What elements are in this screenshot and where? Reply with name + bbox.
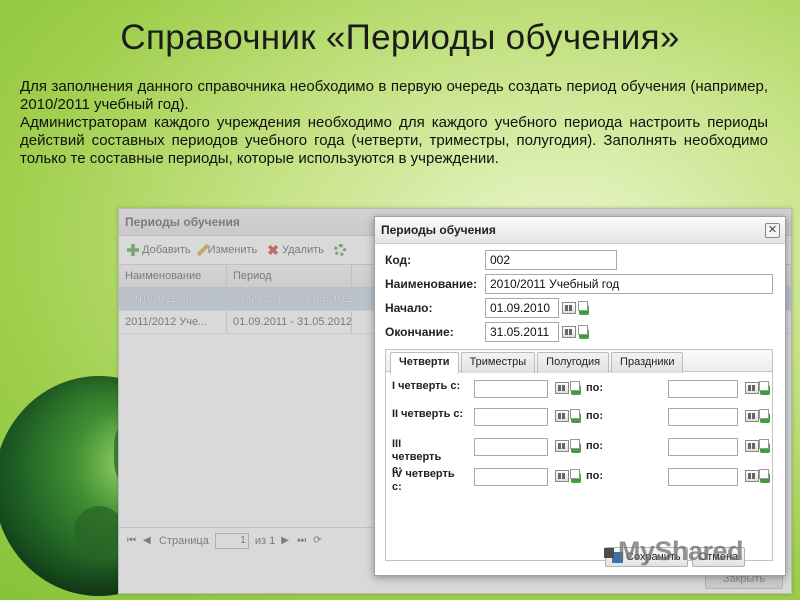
code-row: Код: xyxy=(385,249,617,271)
calendar-icon[interactable] xyxy=(555,440,569,452)
calendar-icon[interactable] xyxy=(745,382,759,394)
name-input[interactable] xyxy=(485,274,773,294)
watermark-text: MyShared xyxy=(618,536,744,566)
quarter-to-input[interactable] xyxy=(668,438,738,456)
quarter-to-label: по: xyxy=(586,470,604,482)
watermark-logo: MyShared xyxy=(604,536,744,567)
end-label: Окончание: xyxy=(385,325,454,339)
quarter-to-label: по: xyxy=(586,382,604,394)
period-edit-dialog: Периоды обучения ✕ Код: Наименование: На… xyxy=(374,216,786,576)
clear-date-icon[interactable] xyxy=(578,325,590,339)
tab-bar: Четверти Триместры Полугодия Праздники xyxy=(386,350,772,374)
name-label: Наименование: xyxy=(385,277,478,291)
tab-halfyears[interactable]: Полугодия xyxy=(537,352,610,373)
clear-date-icon[interactable] xyxy=(759,439,771,453)
close-icon[interactable]: ✕ xyxy=(765,223,780,238)
quarter-from-input[interactable] xyxy=(474,438,548,456)
calendar-icon[interactable] xyxy=(555,470,569,482)
code-label: Код: xyxy=(385,253,412,267)
slide-text: Для заполнения данного справочника необх… xyxy=(20,78,768,168)
clear-date-icon[interactable] xyxy=(759,381,771,395)
slide-title: Справочник «Периоды обучения» xyxy=(120,18,680,57)
start-date-input[interactable] xyxy=(485,298,559,318)
dialog-title: Периоды обучения xyxy=(381,223,496,237)
clear-date-icon[interactable] xyxy=(570,469,582,483)
calendar-icon[interactable] xyxy=(562,326,576,338)
calendar-icon[interactable] xyxy=(562,302,576,314)
calendar-icon[interactable] xyxy=(555,410,569,422)
quarter-from-label: IV четверть с: xyxy=(392,468,455,493)
quarter-to-label: по: xyxy=(586,440,604,452)
end-date-input[interactable] xyxy=(485,322,559,342)
quarter-from-label: II четверть с: xyxy=(392,408,464,420)
clear-date-icon[interactable] xyxy=(570,439,582,453)
globe-landmass xyxy=(74,506,124,556)
quarter-to-input[interactable] xyxy=(668,408,738,426)
clear-date-icon[interactable] xyxy=(570,381,582,395)
tab-trimesters[interactable]: Триместры xyxy=(460,352,536,373)
name-row: Наименование: xyxy=(385,273,773,295)
clear-date-icon[interactable] xyxy=(578,301,590,315)
calendar-icon[interactable] xyxy=(745,410,759,422)
tabs-panel: Четверти Триместры Полугодия Праздники I… xyxy=(385,349,773,561)
code-input[interactable] xyxy=(485,250,617,270)
calendar-icon[interactable] xyxy=(555,382,569,394)
tab-holidays[interactable]: Праздники xyxy=(611,352,684,373)
slide-paragraph-2: Администраторам каждого учреждения необх… xyxy=(20,114,768,167)
calendar-icon[interactable] xyxy=(745,470,759,482)
quarter-from-label: I четверть с: xyxy=(392,380,461,392)
quarter-to-label: по: xyxy=(586,410,604,422)
quarter-from-input[interactable] xyxy=(474,468,548,486)
dialog-header: Периоды обучения ✕ xyxy=(375,217,785,244)
clear-date-icon[interactable] xyxy=(570,409,582,423)
quarter-to-input[interactable] xyxy=(668,380,738,398)
quarter-from-input[interactable] xyxy=(474,380,548,398)
clear-date-icon[interactable] xyxy=(759,469,771,483)
watermark-square-icon xyxy=(604,547,614,558)
slide-paragraph-1: Для заполнения данного справочника необх… xyxy=(20,78,768,113)
quarter-to-input[interactable] xyxy=(668,468,738,486)
clear-date-icon[interactable] xyxy=(759,409,771,423)
start-label: Начало: xyxy=(385,301,433,315)
end-row: Окончание: xyxy=(385,321,590,343)
tab-quarters[interactable]: Четверти xyxy=(390,352,459,374)
start-row: Начало: xyxy=(385,297,590,319)
quarter-from-input[interactable] xyxy=(474,408,548,426)
calendar-icon[interactable] xyxy=(745,440,759,452)
